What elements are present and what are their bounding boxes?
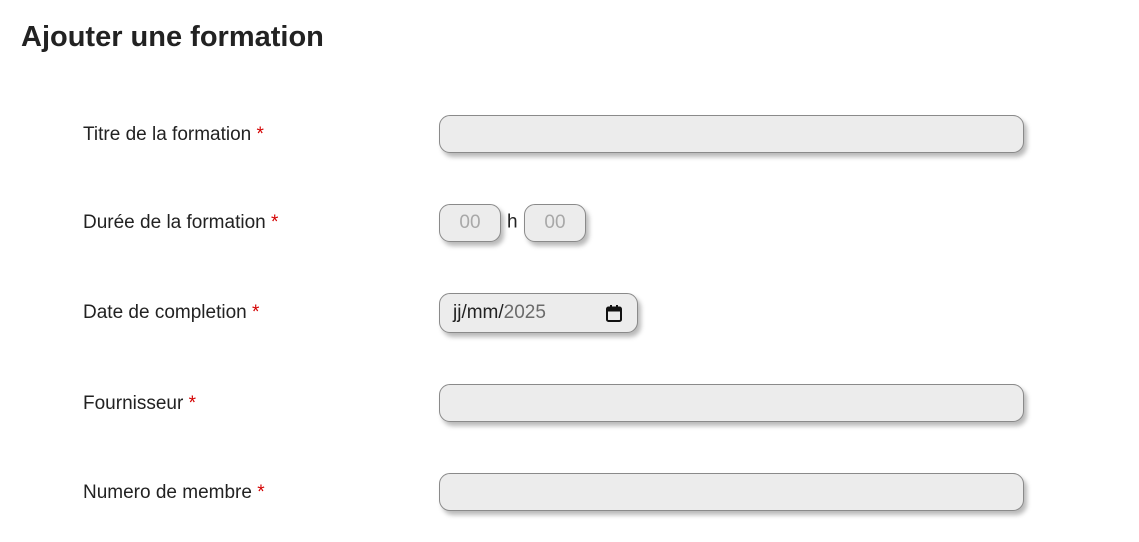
date-label-text: Date de completion: [83, 302, 247, 323]
date-day-month-segment[interactable]: jj/mm/: [453, 302, 504, 324]
fournisseur-label-text: Fournisseur: [83, 393, 184, 414]
form-row-date: Date de completion * jj/mm/2025: [0, 293, 1139, 333]
page-title: Ajouter une formation: [21, 21, 324, 53]
required-marker: *: [257, 482, 265, 503]
titre-label-text: Titre de la formation: [83, 124, 252, 145]
required-marker: *: [188, 393, 197, 414]
calendar-icon[interactable]: [606, 305, 622, 322]
form-row-duree: Durée de la formation * h: [0, 203, 1139, 243]
fournisseur-input[interactable]: [439, 384, 1024, 422]
titre-input[interactable]: [439, 115, 1024, 153]
duree-hours-separator: h: [507, 211, 518, 233]
required-marker: *: [252, 302, 260, 323]
fournisseur-label: Fournisseur *: [83, 393, 196, 415]
numero-label-text: Numero de membre: [83, 482, 252, 503]
duree-label-text: Durée de la formation: [83, 212, 266, 233]
titre-label: Titre de la formation *: [83, 124, 264, 146]
add-training-page: Ajouter une formation Titre de la format…: [0, 0, 1139, 542]
date-input[interactable]: jj/mm/2025: [439, 293, 638, 333]
duree-label: Durée de la formation *: [83, 212, 278, 234]
required-marker: *: [256, 124, 264, 145]
numero-membre-input[interactable]: [439, 473, 1024, 511]
duree-hours-input[interactable]: [439, 204, 501, 242]
form-row-numero: Numero de membre *: [0, 473, 1139, 513]
duree-minutes-input[interactable]: [524, 204, 586, 242]
form-row-titre: Titre de la formation *: [0, 115, 1139, 155]
date-year-segment[interactable]: 2025: [504, 302, 546, 324]
numero-label: Numero de membre *: [83, 482, 265, 504]
form-row-fournisseur: Fournisseur *: [0, 384, 1139, 424]
required-marker: *: [271, 212, 279, 233]
date-label: Date de completion *: [83, 302, 259, 324]
